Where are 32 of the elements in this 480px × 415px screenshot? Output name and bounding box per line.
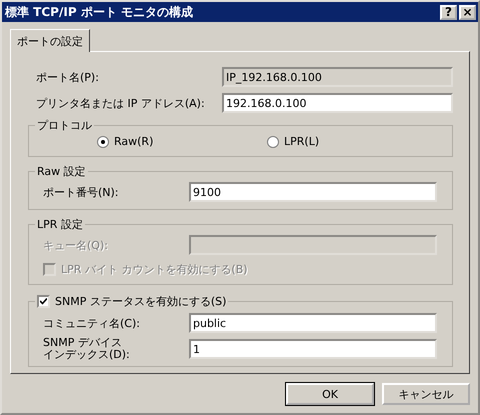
field-label: コミュニティ名(C): (43, 316, 141, 330)
text-field[interactable]: IP_192.168.0.100 (222, 67, 453, 87)
help-button[interactable]: ? (440, 4, 457, 20)
field-label: SNMP デバイス (43, 337, 123, 349)
field-label: インデックス(D): (43, 349, 131, 361)
radio-label: Raw(R) (114, 135, 154, 148)
text-field[interactable]: 9100 (189, 182, 437, 202)
radio-icon[interactable] (267, 136, 279, 148)
field-label: キュー名(Q): (43, 238, 109, 252)
radio-option[interactable]: Raw(R) (97, 135, 267, 148)
window-title: 標準 TCP/IP ポート モニタの構成 (5, 4, 194, 20)
radio-label: LPR(L) (284, 135, 320, 148)
group-title: LPR 設定 (36, 217, 84, 232)
radio-icon[interactable] (97, 136, 109, 148)
group-title: プロトコル (36, 118, 93, 133)
field-label: ポート番号(N): (43, 184, 120, 200)
checkbox-label: SNMP ステータスを有効にする(S) (55, 294, 226, 308)
dialog-button[interactable]: OK (286, 383, 374, 405)
text-field[interactable]: public (189, 313, 437, 333)
field-label: ポート名(P): (36, 70, 100, 84)
field-label: プリンタ名または IP アドレス(A): (36, 96, 206, 110)
dialog-button[interactable]: キャンセル (382, 383, 470, 405)
group-title: Raw 設定 (36, 164, 87, 179)
checkbox-label: LPR バイト カウントを有効にする(B) (61, 262, 248, 276)
check-icon (40, 298, 47, 304)
close-button[interactable]: × (459, 4, 476, 20)
radio-option[interactable]: LPR(L) (267, 135, 437, 148)
text-field[interactable]: 192.168.0.100 (222, 93, 453, 113)
checkbox[interactable] (37, 294, 50, 308)
tab[interactable]: ポートの設定 (10, 29, 90, 52)
checkbox-option[interactable]: SNMP ステータスを有効にする(S) (37, 292, 226, 310)
text-field[interactable]: 1 (189, 339, 437, 359)
